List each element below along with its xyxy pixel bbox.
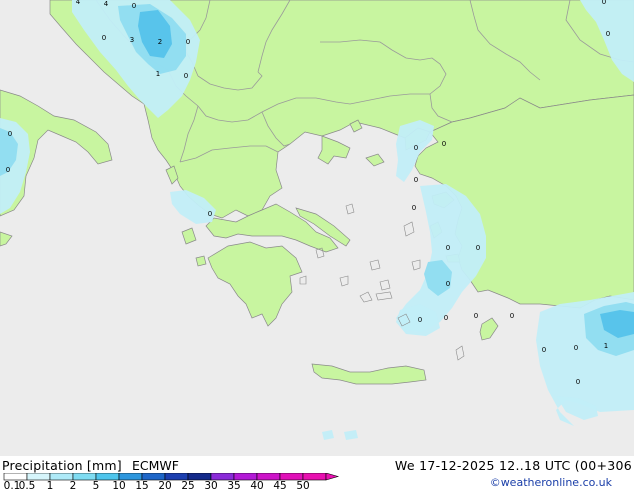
scale-label: 2: [70, 480, 77, 490]
scale-swatch: [95, 473, 120, 481]
land-zakynthos: [195, 255, 207, 267]
color-scale: 0.10.5 1 2 5 10 15 20 25 30 35 40 45 50: [3, 473, 340, 490]
valid-time: We 17-12-2025 12..18 UTC (00+306: [394, 458, 632, 473]
scale-label: 0.5: [19, 480, 36, 490]
scale-arrow: [325, 473, 340, 481]
scale-swatch: [118, 473, 143, 481]
scale-label: 1: [47, 480, 54, 490]
scale-swatch: [256, 473, 281, 481]
model-name: ECMWF: [132, 458, 179, 473]
precip-label: 1: [156, 70, 160, 78]
scale-swatch: [210, 473, 235, 481]
scale-swatch: [302, 473, 327, 481]
scale-swatch: [26, 473, 51, 481]
scale-swatch: [187, 473, 212, 481]
precip-label: 0: [602, 0, 606, 6]
scale-label: 50: [296, 480, 309, 490]
legend-bar: Precipitation [mm] ECMWF We 17-12-2025 1…: [0, 456, 634, 490]
precip-label: 3: [130, 36, 134, 44]
precip-label: 0: [576, 378, 580, 386]
precip-label: 0: [414, 144, 418, 152]
precip-label: 0: [8, 130, 12, 138]
scale-swatch: [72, 473, 97, 481]
scale-label: 10: [112, 480, 125, 490]
scale-swatch: [141, 473, 166, 481]
scale-swatch: [164, 473, 189, 481]
precipitation-map: 4 4 0 0 3 2 0 1 0 0 0 0 0 0 0 0 0 0 0 0 …: [0, 0, 634, 456]
credit-link[interactable]: ©weatheronline.co.uk: [490, 476, 612, 489]
precip-label: 0: [102, 34, 106, 42]
scale-label: 20: [158, 480, 171, 490]
precip-label: 0: [442, 140, 446, 148]
scale-label: 35: [227, 480, 240, 490]
precip-label: 0: [418, 316, 422, 324]
scale-swatch: [233, 473, 258, 481]
precip-label: 0: [414, 176, 418, 184]
scale-swatch: [3, 473, 28, 481]
precip-label: 4: [76, 0, 81, 6]
precip-label: 0: [606, 30, 610, 38]
scale-swatch: [49, 473, 74, 481]
precip-label: 0: [444, 314, 448, 322]
precip-label: 0: [446, 244, 450, 252]
precip-label: 0: [186, 38, 190, 46]
precip-label: 0: [446, 280, 450, 288]
scale-swatch: [279, 473, 304, 481]
precip-label: 0: [476, 244, 480, 252]
precip-label: 0: [542, 346, 546, 354]
precip-label: 0: [132, 2, 136, 10]
scale-label: 15: [135, 480, 148, 490]
precip-label: 0: [6, 166, 10, 174]
scale-label: 30: [204, 480, 217, 490]
precip-label: 0: [208, 210, 212, 218]
precip-label: 2: [158, 38, 162, 46]
precip-label: 0: [574, 344, 578, 352]
precip-label: 0: [412, 204, 416, 212]
precip-label: 0: [510, 312, 514, 320]
precip-label: 4: [104, 0, 109, 8]
precip-label: 0: [474, 312, 478, 320]
scale-label: 45: [273, 480, 286, 490]
scale-label: 40: [250, 480, 263, 490]
legend-title: Precipitation [mm]: [2, 458, 122, 473]
scale-label: 25: [181, 480, 194, 490]
precip-label: 0: [184, 72, 188, 80]
map-canvas: 4 4 0 0 3 2 0 1 0 0 0 0 0 0 0 0 0 0 0 0 …: [0, 0, 634, 456]
precip-label: 1: [604, 342, 608, 350]
scale-label: 5: [93, 480, 100, 490]
